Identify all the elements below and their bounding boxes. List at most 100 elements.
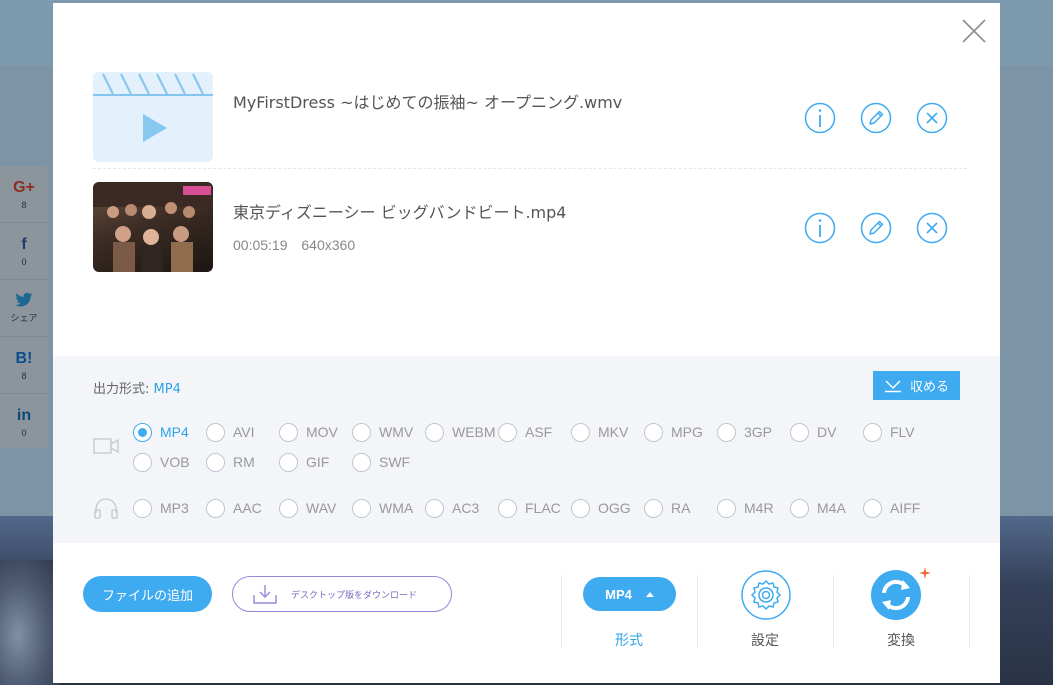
- edit-icon[interactable]: [860, 212, 892, 244]
- format-option-label: VOB: [160, 454, 190, 470]
- sparkle-icon: [919, 567, 931, 579]
- format-option-ac3[interactable]: AC3: [425, 498, 479, 518]
- format-option-label: OGG: [598, 500, 631, 516]
- radio-button[interactable]: [717, 498, 736, 518]
- radio-button[interactable]: [644, 498, 663, 518]
- format-option-wmv[interactable]: WMV: [352, 422, 413, 442]
- radio-button[interactable]: [206, 452, 225, 472]
- format-option-ogg[interactable]: OGG: [571, 498, 631, 518]
- radio-button[interactable]: [206, 498, 225, 518]
- format-option-label: AVI: [233, 424, 255, 440]
- remove-icon[interactable]: [916, 102, 948, 134]
- close-icon[interactable]: [961, 18, 987, 44]
- info-icon[interactable]: [804, 212, 836, 244]
- format-option-label: FLAC: [525, 500, 561, 516]
- format-option-ra[interactable]: RA: [644, 498, 690, 518]
- hatena-bookmark-icon: B!: [15, 349, 33, 367]
- output-format-value: MP4: [153, 382, 181, 397]
- file-row: 東京ディズニーシー ビッグバンドビート.mp4 00:05:19 640x360: [93, 179, 967, 279]
- format-option-asf[interactable]: ASF: [498, 422, 552, 442]
- format-option-aac[interactable]: AAC: [206, 498, 262, 518]
- format-option-mpg[interactable]: MPG: [644, 422, 703, 442]
- radio-button[interactable]: [571, 498, 590, 518]
- format-option-mkv[interactable]: MKV: [571, 422, 628, 442]
- share-twitter[interactable]: シェア: [0, 280, 48, 337]
- file-name: MyFirstDress ~はじめての振袖~ オープニング.wmv: [233, 93, 623, 112]
- format-option-label: 3GP: [744, 424, 773, 440]
- format-option-wma[interactable]: WMA: [352, 498, 413, 518]
- share-google-plus[interactable]: G+ 8: [0, 166, 48, 223]
- format-option-label: M4A: [817, 500, 846, 516]
- concert-photo: [93, 182, 213, 272]
- format-label[interactable]: 形式: [615, 630, 643, 650]
- radio-button[interactable]: [571, 422, 590, 442]
- radio-button[interactable]: [133, 422, 152, 442]
- radio-button[interactable]: [790, 498, 809, 518]
- format-option-label: FLV: [890, 424, 915, 440]
- convert-label[interactable]: 変換: [887, 630, 915, 650]
- radio-button[interactable]: [498, 422, 517, 442]
- radio-button[interactable]: [498, 498, 517, 518]
- radio-button[interactable]: [352, 498, 371, 518]
- share-hatena[interactable]: B! 8: [0, 337, 48, 394]
- format-option-vob[interactable]: VOB: [133, 452, 190, 472]
- settings-gear-icon[interactable]: [740, 569, 792, 621]
- radio-button[interactable]: [279, 422, 298, 442]
- format-option-3gp[interactable]: 3GP: [717, 422, 772, 442]
- radio-button[interactable]: [863, 422, 882, 442]
- format-option-avi[interactable]: AVI: [206, 422, 255, 442]
- radio-button[interactable]: [425, 498, 444, 518]
- remove-icon[interactable]: [916, 212, 948, 244]
- radio-button[interactable]: [644, 422, 663, 442]
- output-format-panel: 出力形式: MP4 収める MP4 AVI MOV WMV WEBM ASF MKV MPG 3…: [53, 356, 1000, 543]
- linkedin-icon: in: [16, 407, 32, 424]
- format-option-webm[interactable]: WEBM: [425, 422, 496, 442]
- radio-button[interactable]: [279, 498, 298, 518]
- collapse-icon: [884, 379, 901, 392]
- format-option-aiff[interactable]: AIFF: [863, 498, 920, 518]
- social-share-bar: G+ 8 f 0 シェア B! 8 in 0: [0, 166, 48, 448]
- format-option-gif[interactable]: GIF: [279, 452, 329, 472]
- format-option-m4a[interactable]: M4A: [790, 498, 846, 518]
- radio-button[interactable]: [206, 422, 225, 442]
- collapse-button[interactable]: 収める: [873, 371, 960, 400]
- format-option-label: MP3: [160, 500, 189, 516]
- background-rock: [0, 560, 60, 685]
- format-select-button[interactable]: MP4: [583, 577, 676, 611]
- share-linkedin[interactable]: in 0: [0, 394, 48, 451]
- radio-button[interactable]: [279, 452, 298, 472]
- share-count: 8: [21, 370, 27, 381]
- radio-button[interactable]: [425, 422, 444, 442]
- format-option-label: ASF: [525, 424, 553, 440]
- format-option-mp4[interactable]: MP4: [133, 422, 189, 442]
- format-option-flv[interactable]: FLV: [863, 422, 915, 442]
- radio-button[interactable]: [352, 422, 371, 442]
- format-option-mp3[interactable]: MP3: [133, 498, 189, 518]
- radio-button[interactable]: [790, 422, 809, 442]
- video-thumbnail: [93, 72, 213, 162]
- format-option-flac[interactable]: FLAC: [498, 498, 561, 518]
- format-option-label: AC3: [452, 500, 480, 516]
- radio-button[interactable]: [352, 452, 371, 472]
- add-file-button[interactable]: ファイルの追加: [83, 576, 212, 612]
- format-option-swf[interactable]: SWF: [352, 452, 410, 472]
- radio-button[interactable]: [863, 498, 882, 518]
- convert-icon[interactable]: [870, 569, 922, 621]
- download-desktop-button[interactable]: デスクトップ版をダウンロード: [232, 576, 452, 612]
- format-option-m4r[interactable]: M4R: [717, 498, 774, 518]
- format-option-label: DV: [817, 424, 837, 440]
- format-option-label: GIF: [306, 454, 330, 470]
- info-icon[interactable]: [804, 102, 836, 134]
- settings-label[interactable]: 設定: [751, 630, 779, 650]
- radio-button[interactable]: [133, 498, 152, 518]
- share-facebook[interactable]: f 0: [0, 223, 48, 280]
- format-option-mov[interactable]: MOV: [279, 422, 338, 442]
- format-option-label: WAV: [306, 500, 337, 516]
- format-option-wav[interactable]: WAV: [279, 498, 336, 518]
- radio-button[interactable]: [717, 422, 736, 442]
- edit-icon[interactable]: [860, 102, 892, 134]
- format-option-rm[interactable]: RM: [206, 452, 255, 472]
- collapse-label: 収める: [909, 380, 949, 395]
- radio-button[interactable]: [133, 452, 152, 472]
- format-option-dv[interactable]: DV: [790, 422, 836, 442]
